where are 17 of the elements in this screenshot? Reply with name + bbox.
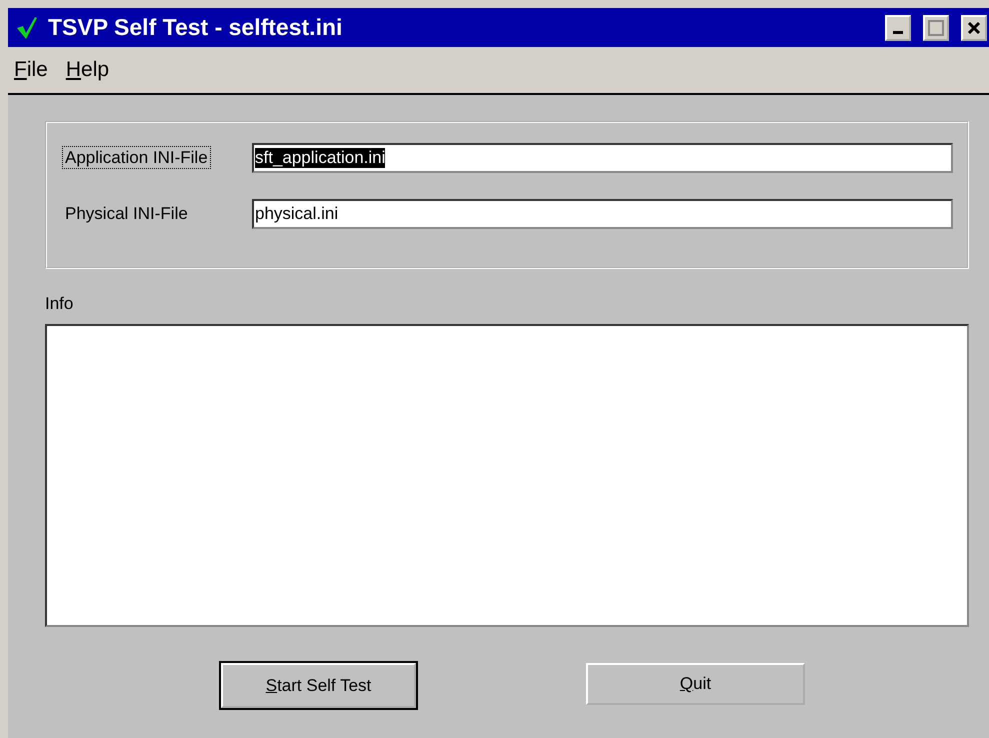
field-label: Application INI-File — [62, 146, 211, 169]
menu-item[interactable]: Help — [64, 56, 112, 84]
checkmark-icon — [16, 16, 38, 40]
field-label: Physical INI-File — [64, 203, 189, 225]
minimize-button[interactable] — [885, 14, 911, 40]
close-icon — [967, 20, 981, 34]
minimize-icon — [893, 31, 903, 34]
close-button[interactable] — [961, 14, 987, 40]
window-title: TSVP Self Test - selftest.ini — [48, 14, 344, 41]
start-button[interactable]: Start Self Test — [221, 663, 416, 708]
maximize-icon — [928, 20, 944, 36]
input-field[interactable]: physical.ini — [252, 199, 953, 229]
info-label: Info — [45, 294, 74, 314]
input-field[interactable]: sft_application.ini — [252, 143, 953, 173]
menu-item[interactable]: File — [12, 56, 50, 84]
quit-button[interactable]: Quit — [586, 663, 805, 705]
maximize-button[interactable] — [923, 14, 949, 40]
